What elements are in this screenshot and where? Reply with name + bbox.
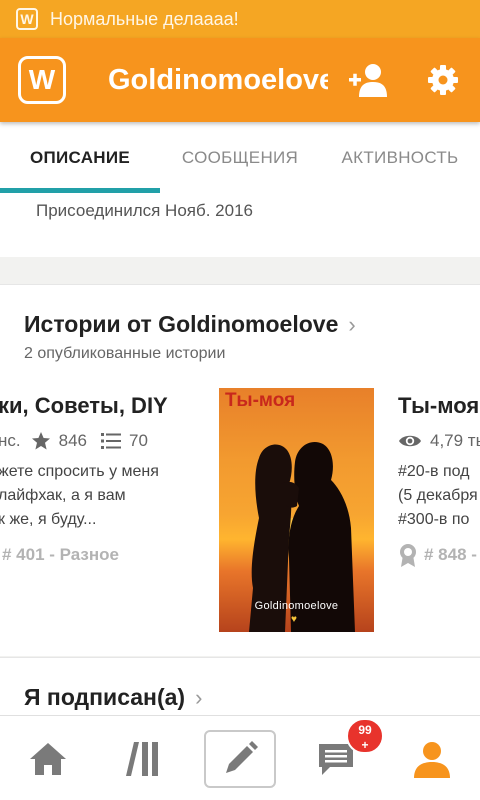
nav-write[interactable] (204, 730, 276, 788)
stories-title: Истории от Goldinomoelove (24, 311, 339, 337)
award-ribbon-icon (400, 544, 416, 567)
following-section: Я подписан(а) › (0, 657, 480, 717)
stories-section: Истории от Goldinomoelove › 2 опубликова… (0, 284, 480, 656)
story-description: жете спросить у меня лайфхак, а я вам к … (0, 460, 159, 532)
parts-count: 70 (129, 431, 148, 450)
tab-messages[interactable]: СООБЩЕНИЯ (160, 122, 320, 194)
gear-icon (428, 65, 458, 95)
pencil-icon (226, 741, 258, 773)
add-user-icon (349, 64, 387, 97)
nav-library[interactable] (108, 730, 180, 788)
notification-badge: 99 + (346, 718, 384, 754)
heart-icon: ♥ (291, 614, 297, 625)
library-icon (126, 742, 158, 776)
wattpad-w-icon: W (16, 8, 38, 30)
star-icon (31, 432, 50, 450)
votes-count: 846 (58, 431, 87, 450)
desc-line: (5 декабря (398, 487, 478, 504)
desc-line: к же, я буду... (0, 511, 97, 528)
status-bar: W Нормальные делаааа! (0, 0, 480, 38)
story-stats: 4,79 ты (398, 431, 480, 451)
follow-button[interactable] (346, 60, 390, 100)
profile-tabs: ОПИСАНИЕ СООБЩЕНИЯ АКТИВНОСТЬ (0, 122, 480, 194)
app-logo[interactable]: W (18, 56, 66, 104)
cover-title: Ты-моя (225, 390, 296, 411)
active-tab-indicator (0, 188, 160, 193)
home-icon (30, 743, 66, 775)
story-cover[interactable]: Ты-моя Goldinomoelove ♥ (219, 388, 374, 632)
tab-activity[interactable]: АКТИВНОСТЬ (320, 122, 480, 194)
chevron-right-icon: › (348, 311, 356, 337)
about-card: Присоединился Нояб. 2016 (0, 193, 480, 257)
status-notification-text: Нормальные делаааа! (50, 8, 239, 29)
settings-button[interactable] (421, 60, 465, 100)
story-description: #20-в под (5 декабря #300-в по (398, 460, 478, 532)
nav-profile[interactable] (396, 730, 468, 788)
tab-description[interactable]: ОПИСАНИЕ (0, 122, 160, 194)
stories-count: 2 опубликованные истории (24, 345, 226, 362)
rank-text: # 848 - (424, 545, 477, 564)
following-header[interactable]: Я подписан(а) › (24, 684, 202, 711)
desc-line: лайфхак, а я вам (0, 487, 126, 504)
eye-icon (399, 435, 421, 447)
profile-icon (414, 742, 450, 778)
desc-line: #20-в под (398, 463, 470, 480)
bottom-navigation (0, 715, 480, 800)
desc-line: #300-в по (398, 511, 470, 528)
story-stats: нс. 846 70 (0, 431, 148, 451)
cover-author: Goldinomoelove (254, 600, 339, 612)
profile-username: Goldinomoelove (108, 63, 328, 96)
badge-plus: + (361, 738, 369, 752)
nav-home[interactable] (12, 730, 84, 788)
chevron-right-icon: › (195, 684, 203, 710)
joined-date: Присоединился Нояб. 2016 (36, 201, 253, 220)
list-icon (101, 433, 121, 449)
desc-line: жете спросить у меня (0, 463, 159, 480)
badge-count: 99 (358, 723, 372, 737)
story-title: Ты-моя (398, 393, 480, 418)
stories-header[interactable]: Истории от Goldinomoelove › (24, 311, 356, 338)
story-title: ки, Советы, DIY (0, 393, 168, 418)
following-title: Я подписан(а) (24, 684, 186, 710)
reads-count: нс. (0, 431, 21, 450)
story-rank: # 848 - (398, 543, 477, 567)
story-rank: # 401 - Разное (2, 545, 119, 564)
couple-silhouette-image (249, 442, 355, 632)
app-bar: W Goldinomoelove (0, 38, 480, 122)
reads-count: 4,79 ты (430, 431, 480, 450)
